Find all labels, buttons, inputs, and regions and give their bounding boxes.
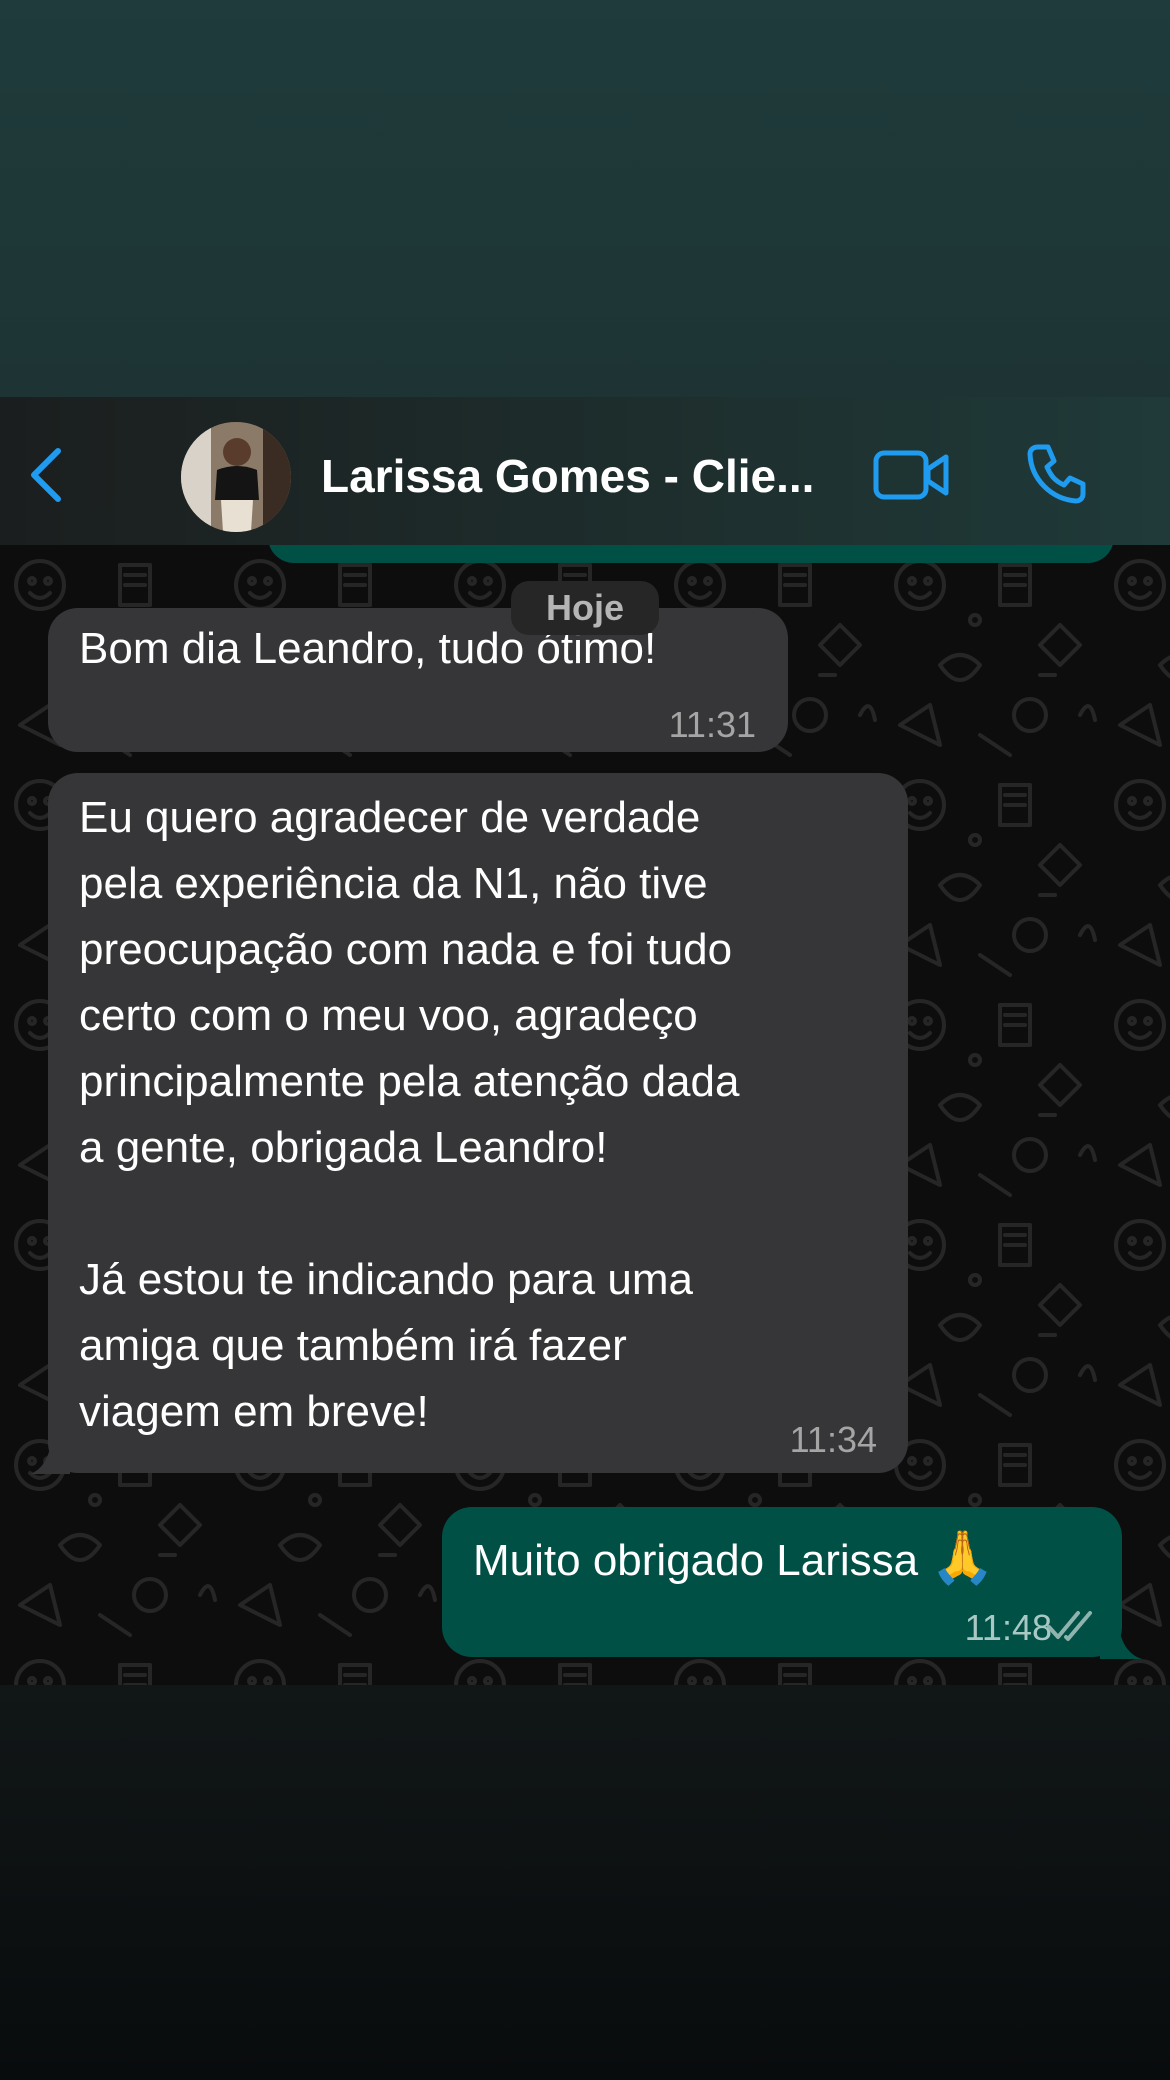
voice-call-button[interactable] [1024,441,1088,505]
praying-hands-emoji: 🙏 [930,1529,996,1587]
chat-area[interactable]: Hoje Bom dia Leandro, tudo ótimo! 11:31 … [0,545,1170,1685]
video-camera-icon [873,450,949,500]
message-text: Eu quero agradecer de verdade pela exper… [79,793,740,1436]
previous-message-bubble [268,545,1114,563]
message-time: 11:34 [789,1419,877,1460]
status-area [0,0,1170,397]
message-text-body: Muito obrigado Larissa [473,1536,919,1585]
message-time: 11:31 [668,704,756,745]
double-check-icon [1047,1611,1092,1641]
back-button[interactable] [22,445,72,505]
contact-name[interactable]: Larissa Gomes - Clie... [321,449,841,503]
message-bubble-outgoing[interactable]: Muito obrigado Larissa 🙏 11:48 [442,1507,1122,1657]
message-time: 11:48 [964,1607,1052,1648]
video-call-button[interactable] [872,447,952,503]
avatar-photo [181,422,291,532]
avatar[interactable] [181,422,291,532]
phone-icon [1027,444,1086,504]
chat-header: Larissa Gomes - Clie... [0,397,1170,545]
date-separator: Hoje [511,581,659,635]
chevron-left-icon [31,448,61,502]
bottom-area [0,1685,1170,2080]
message-bubble-incoming[interactable]: Bom dia Leandro, tudo ótimo! 11:31 [48,608,788,752]
message-bubble-incoming[interactable]: Eu quero agradecer de verdade pela exper… [48,773,908,1473]
message-text: Muito obrigado Larissa 🙏 [473,1525,995,1594]
